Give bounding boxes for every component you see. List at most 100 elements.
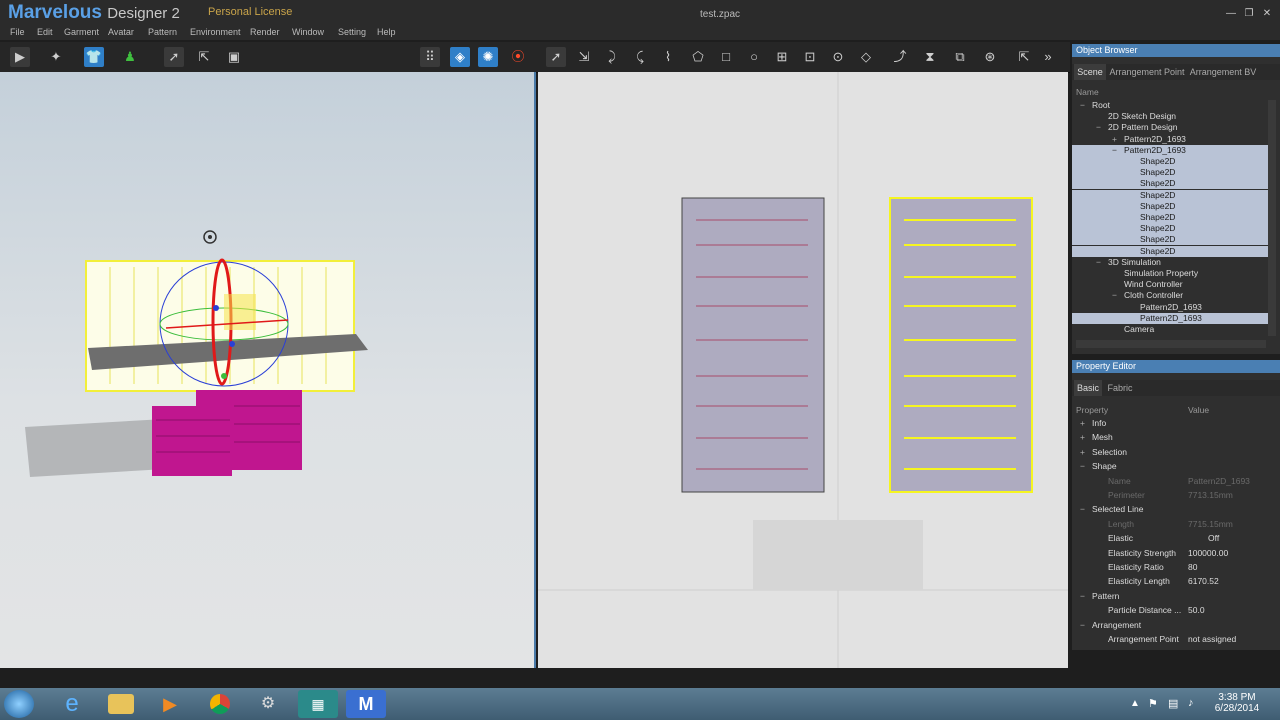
group-expander-icon[interactable]: + [1080, 418, 1085, 428]
property-row[interactable]: Perimeter 7713.15mm [1072, 490, 1278, 504]
close-button[interactable]: ✕ [1260, 8, 1274, 20]
tree-horizontal-scrollbar[interactable] [1076, 340, 1266, 348]
tree-expander-icon[interactable]: + [1112, 134, 1117, 144]
tree-item[interactable]: Shape2D [1072, 178, 1268, 190]
group-expander-icon[interactable]: − [1080, 591, 1085, 601]
property-row[interactable]: − Shape [1072, 461, 1278, 475]
edit-curve-icon[interactable]: ⤸ [602, 47, 622, 67]
tree-item[interactable]: −3D Simulation [1072, 257, 1268, 268]
menu-setting[interactable]: Setting [338, 27, 366, 37]
internal-circle-icon[interactable]: ⊙ [828, 47, 848, 67]
property-row[interactable]: Particle Distance ... 50.0 [1072, 605, 1278, 619]
free-sewing-icon[interactable]: ⧗ [920, 47, 940, 67]
select-tool-icon[interactable]: ➚ [164, 47, 184, 67]
tree-item[interactable]: Shape2D [1072, 234, 1268, 246]
pen-icon[interactable]: ⌇ [658, 47, 678, 67]
tab-arrangement-bv[interactable]: Arrangement BV [1188, 64, 1258, 80]
tree-expander-icon[interactable]: − [1112, 145, 1117, 155]
menu-pattern[interactable]: Pattern [148, 27, 177, 37]
check-sewing-icon[interactable]: ⊛ [980, 47, 1000, 67]
property-row[interactable]: + Info [1072, 418, 1278, 432]
restore-button[interactable]: ❐ [1242, 8, 1256, 20]
tree-item[interactable]: Wind Controller [1072, 279, 1268, 290]
tack-icon[interactable]: ⧉ [950, 47, 970, 67]
polygon-icon[interactable]: ⬠ [688, 47, 708, 67]
transform-pattern-icon[interactable]: ▣ [224, 47, 244, 67]
tray-volume-icon[interactable]: ♪ [1188, 697, 1194, 709]
tree-item[interactable]: − Cloth Controller [1072, 290, 1268, 301]
property-row[interactable]: Name Pattern2D_1693 [1072, 476, 1278, 490]
segment-sewing-icon[interactable]: ⤴ [890, 47, 910, 67]
2d-select-icon[interactable]: ➚ [546, 47, 566, 67]
tray-clock[interactable]: 3:38 PM 6/28/2014 [1212, 692, 1262, 714]
menu-garment[interactable]: Garment [64, 27, 99, 37]
mesh-view-icon[interactable]: ✺ [478, 47, 498, 67]
tree-item[interactable]: Shape2D [1072, 189, 1268, 201]
tree-item[interactable]: Shape2D [1072, 245, 1268, 257]
internal-rectangle-icon[interactable]: ⊡ [800, 47, 820, 67]
property-row[interactable]: Length 7715.15mm [1072, 519, 1278, 533]
group-expander-icon[interactable]: − [1080, 461, 1085, 471]
group-expander-icon[interactable]: − [1080, 504, 1085, 514]
add-point-icon[interactable]: ⤹ [630, 47, 650, 67]
tree-vertical-scrollbar[interactable] [1268, 100, 1276, 336]
pattern-left[interactable] [681, 197, 825, 493]
media-player-icon[interactable]: ▶ [150, 690, 190, 718]
property-value[interactable]: 100000.00 [1188, 548, 1228, 558]
show-points-icon[interactable]: ⠿ [420, 47, 440, 67]
property-row[interactable]: − Arrangement [1072, 620, 1278, 634]
tab-arrangement-point[interactable]: Arrangement Point [1108, 64, 1186, 80]
texture-view-icon[interactable]: ◈ [450, 47, 470, 67]
tree-item[interactable]: Shape2D [1072, 167, 1268, 179]
menu-file[interactable]: File [10, 27, 25, 37]
marvelous-designer-taskbar-icon[interactable]: M [346, 690, 386, 718]
property-row[interactable]: Elastic Off [1072, 533, 1278, 547]
property-row[interactable]: + Selection [1072, 447, 1278, 461]
tree-item[interactable]: Camera [1072, 324, 1268, 335]
menu-help[interactable]: Help [377, 27, 396, 37]
property-value[interactable]: 6170.52 [1188, 576, 1219, 586]
tree-expander-icon[interactable]: − [1096, 257, 1101, 267]
property-value[interactable]: Off [1208, 533, 1219, 543]
toolbar-overflow-icon[interactable]: » [1042, 47, 1054, 67]
darts-icon[interactable]: ◇ [856, 47, 876, 67]
tree-expander-icon[interactable]: − [1112, 290, 1117, 300]
tree-item[interactable]: Shape2D [1072, 212, 1268, 223]
menu-render[interactable]: Render [250, 27, 280, 37]
chrome-icon[interactable] [200, 690, 240, 718]
group-expander-icon[interactable]: + [1080, 432, 1085, 442]
tray-flag-icon[interactable]: ⚑ [1148, 697, 1158, 710]
select-mesh-icon[interactable]: ⇱ [194, 47, 214, 67]
property-value[interactable]: 80 [1188, 562, 1197, 572]
menu-avatar[interactable]: Avatar [108, 27, 134, 37]
record-icon[interactable]: ⦿ [508, 47, 528, 67]
group-expander-icon[interactable]: + [1080, 447, 1085, 457]
tree-item[interactable]: + Pattern2D_1693 [1072, 134, 1268, 145]
edit-point-icon[interactable]: ⇲ [574, 47, 594, 67]
property-value[interactable]: not assigned [1188, 634, 1236, 644]
tree-item[interactable]: 2D Sketch Design [1072, 111, 1268, 122]
start-button[interactable] [4, 690, 34, 718]
property-row[interactable]: Elasticity Ratio 80 [1072, 562, 1278, 576]
property-row[interactable]: + Mesh [1072, 432, 1278, 446]
tree-expander-icon[interactable]: − [1080, 100, 1085, 110]
tree-item[interactable]: − Root [1072, 100, 1268, 111]
walk-avatar-icon[interactable]: ✦ [46, 47, 66, 67]
2d-pattern-viewport[interactable] [538, 72, 1068, 668]
tree-item[interactable]: Shape2D [1072, 156, 1268, 167]
property-row[interactable]: Elasticity Length 6170.52 [1072, 576, 1278, 590]
property-row[interactable]: − Pattern [1072, 591, 1278, 605]
tree-item[interactable]: Pattern2D_1693 [1072, 312, 1268, 324]
file-explorer-icon[interactable] [108, 694, 134, 714]
tree-expander-icon[interactable]: − [1096, 122, 1101, 132]
tab-scene[interactable]: Scene [1074, 64, 1106, 80]
property-row[interactable]: Elasticity Strength 100000.00 [1072, 548, 1278, 562]
tree-item[interactable]: Shape2D [1072, 223, 1268, 235]
minimize-button[interactable]: — [1224, 8, 1238, 20]
property-value[interactable]: 50.0 [1188, 605, 1205, 615]
group-expander-icon[interactable]: − [1080, 620, 1085, 630]
avatar-icon[interactable]: ♟ [120, 47, 140, 67]
tab-basic[interactable]: Basic [1074, 380, 1102, 396]
rectangle-icon[interactable]: □ [716, 47, 736, 67]
menu-window[interactable]: Window [292, 27, 324, 37]
